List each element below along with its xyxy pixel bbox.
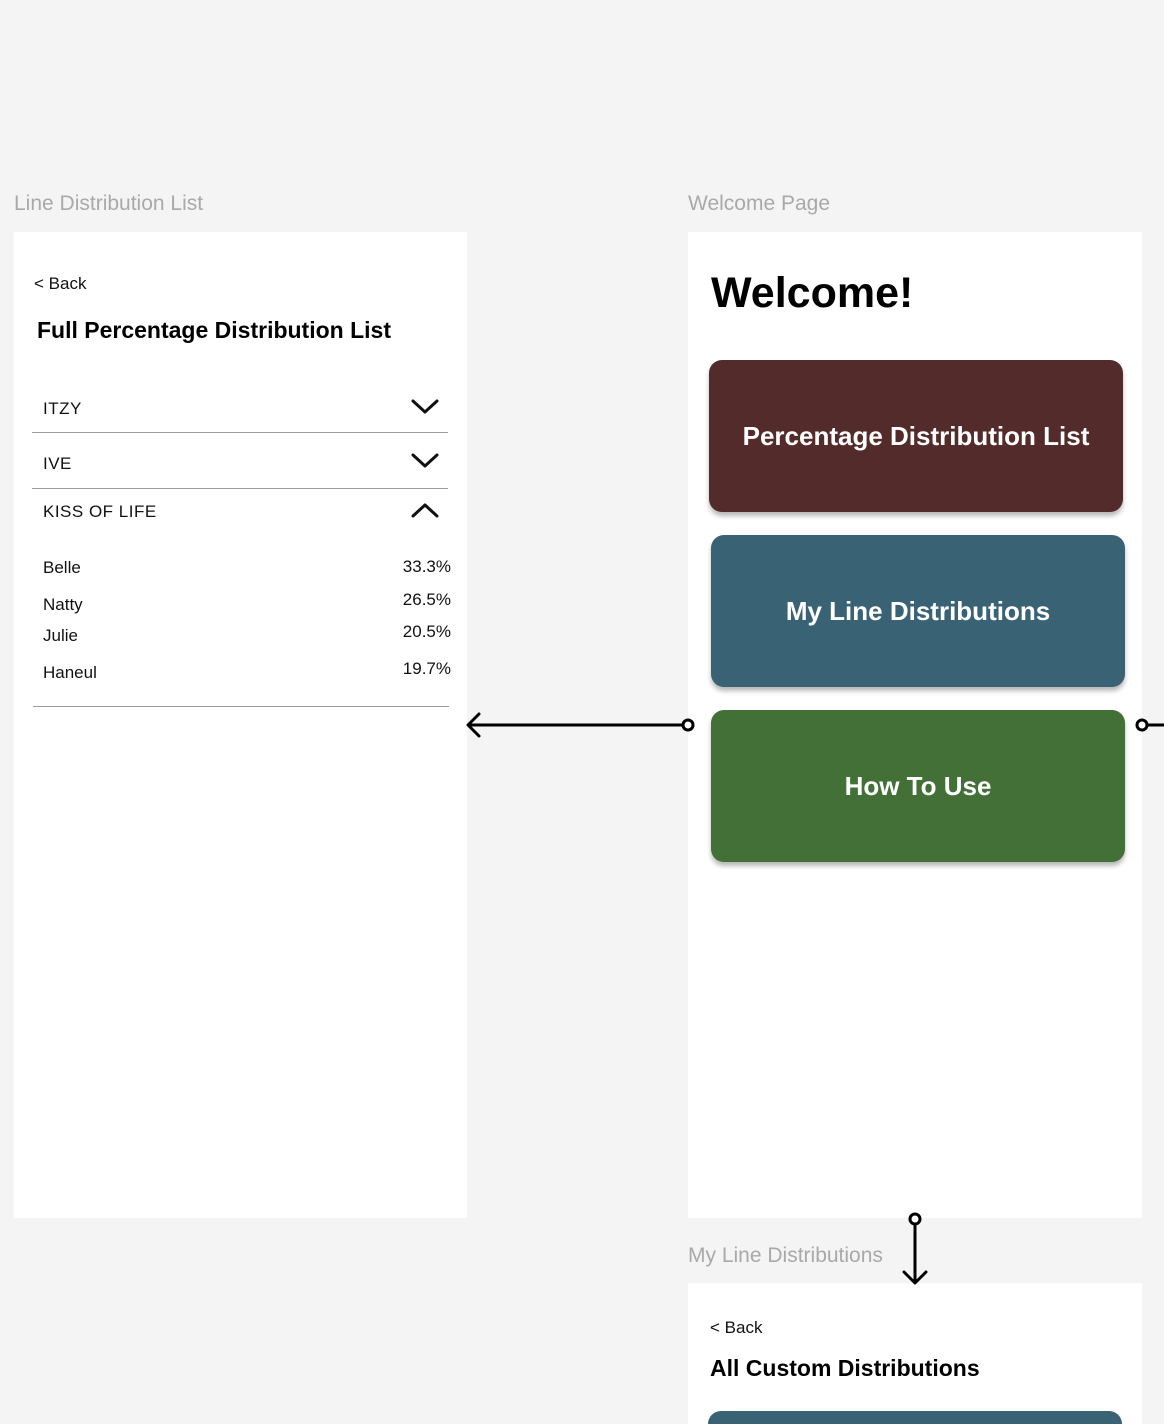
welcome-screen: Welcome! Percentage Distribution List My…	[688, 232, 1142, 1218]
frame-label-line-distribution-list: Line Distribution List	[14, 192, 204, 215]
connector-to-my-distributions-arrow-icon	[902, 1212, 928, 1285]
connector-to-list-arrow-icon	[466, 712, 695, 738]
row-divider	[33, 706, 449, 707]
page-title: Welcome!	[711, 269, 914, 317]
frame-label-welcome-page: Welcome Page	[688, 192, 831, 215]
my-line-distributions-button[interactable]: My Line Distributions	[711, 535, 1125, 687]
member-name: Haneul	[43, 663, 97, 682]
member-percent: 26.5%	[402, 590, 451, 609]
button-label: How To Use	[844, 770, 992, 801]
distribution-card[interactable]	[708, 1411, 1122, 1424]
button-label: Percentage Distribution List	[742, 420, 1090, 451]
member-percent: 19.7%	[402, 659, 451, 678]
my-line-distributions-screen: < Back All Custom Distributions	[688, 1283, 1142, 1424]
page-title: All Custom Distributions	[710, 1355, 980, 1381]
member-percent: 20.5%	[402, 622, 451, 641]
button-label: My Line Distributions	[785, 595, 1051, 626]
how-to-use-button[interactable]: How To Use	[711, 710, 1125, 862]
member-name: Belle	[43, 558, 81, 577]
member-list: Belle 33.3% Natty 26.5% Julie 20.5% Hane…	[14, 232, 467, 712]
member-name: Natty	[43, 595, 83, 614]
percentage-distribution-list-button[interactable]: Percentage Distribution List	[709, 360, 1123, 512]
line-distribution-list-screen: < Back Full Percentage Distribution List…	[14, 232, 467, 1218]
member-percent: 33.3%	[402, 557, 451, 576]
member-name: Julie	[43, 626, 78, 645]
back-link[interactable]: < Back	[710, 1319, 762, 1336]
frame-label-my-line-distributions: My Line Distributions	[688, 1244, 883, 1267]
